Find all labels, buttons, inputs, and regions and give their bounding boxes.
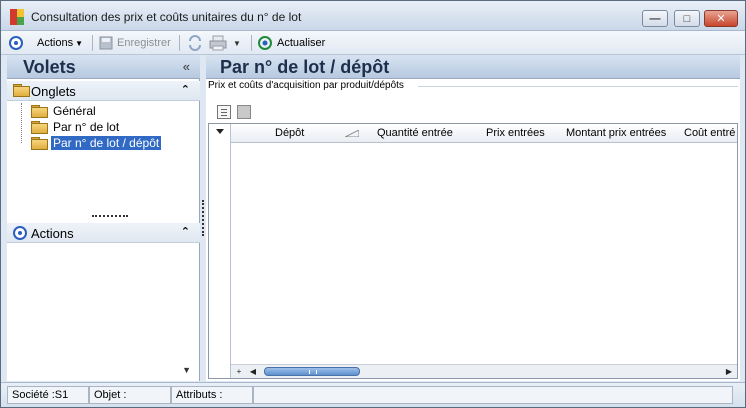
save-label: Enregistrer — [117, 37, 171, 49]
main-panel: Par n° de lot / dépôt Prix et coûts d'ac… — [206, 55, 740, 381]
resize-grip[interactable] — [92, 215, 128, 217]
refresh-button[interactable]: Actualiser — [257, 34, 325, 52]
toolbar-separator — [92, 35, 93, 51]
collapse-panel-icon[interactable]: « — [183, 59, 190, 74]
folder-icon — [13, 84, 30, 97]
sync-button[interactable] — [187, 34, 203, 52]
row-header-column — [209, 124, 231, 378]
onglets-title: Onglets — [31, 84, 76, 99]
minimize-button[interactable]: — — [642, 10, 668, 27]
folder-icon — [31, 121, 48, 134]
nav-button[interactable] — [9, 34, 23, 52]
row-selector-icon[interactable] — [216, 129, 224, 134]
page-title: Par n° de lot / dépôt — [220, 57, 390, 77]
status-empty — [253, 386, 733, 404]
folder-icon — [31, 105, 48, 118]
app-icon — [10, 9, 26, 25]
actions-icon — [13, 226, 27, 240]
add-row-icon[interactable]: + — [233, 366, 245, 377]
tree-connector — [21, 103, 22, 143]
toolbar-separator — [251, 35, 252, 51]
disabled-document-icon[interactable] — [237, 105, 251, 119]
volets-title: Volets — [23, 57, 76, 77]
tab-general-label: Général — [53, 104, 96, 118]
column-header-quantite-entree[interactable]: Quantité entrée — [377, 127, 453, 139]
volets-header: Volets « — [7, 55, 200, 79]
column-header-cout-entre[interactable]: Coût entré — [684, 127, 735, 139]
close-button[interactable]: ✕ — [704, 10, 738, 27]
toolbar: Actions ▼ Enregistrer ▼ Actualiser — [1, 31, 745, 55]
toolbar-separator — [179, 35, 180, 51]
navigation-icon — [9, 36, 23, 50]
chevron-down-icon: ▼ — [233, 38, 241, 48]
group-label: Prix et coûts d'acquisition par produit/… — [208, 80, 406, 91]
main-header: Par n° de lot / dépôt — [206, 55, 740, 79]
sort-icon[interactable] — [345, 130, 359, 137]
column-header-prix-entrees[interactable]: Prix entrées — [486, 127, 545, 139]
print-button[interactable]: ▼ — [209, 34, 241, 52]
chevron-up-icon[interactable]: ⌃ — [181, 225, 190, 238]
save-button[interactable]: Enregistrer — [99, 34, 171, 52]
actions-menu-label: Actions — [37, 37, 74, 49]
scroll-down-icon[interactable]: ▼ — [182, 365, 191, 375]
app-window: Consultation des prix et coûts unitaires… — [0, 0, 746, 408]
maximize-icon: □ — [683, 12, 691, 25]
actions-menu-button[interactable]: Actions ▼ — [37, 34, 83, 52]
sync-icon — [189, 35, 201, 51]
grid-header: Dépôt Quantité entrée Prix entrées Monta… — [209, 124, 737, 143]
horizontal-scrollbar[interactable]: + ◀ ▶ — [231, 364, 737, 378]
chevron-down-icon: ▼ — [75, 38, 83, 48]
tab-par-lot[interactable]: Par n° de lot — [31, 120, 121, 134]
scroll-right-icon[interactable]: ▶ — [723, 366, 735, 377]
tab-par-lot-depot-label: Par n° de lot / dépôt — [49, 135, 163, 151]
printer-icon — [209, 35, 227, 51]
tab-par-lot-label: Par n° de lot — [53, 120, 120, 134]
group-divider — [418, 86, 738, 87]
tab-par-lot-depot[interactable]: Par n° de lot / dépôt — [31, 135, 163, 151]
chevron-up-icon[interactable]: ⌃ — [181, 83, 190, 96]
data-grid: Dépôt Quantité entrée Prix entrées Monta… — [208, 123, 738, 379]
window-title: Consultation des prix et coûts unitaires… — [31, 10, 302, 24]
onglets-header[interactable]: Onglets ⌃ — [7, 81, 200, 101]
refresh-icon — [258, 36, 272, 50]
document-icon[interactable] — [217, 105, 231, 119]
column-header-depot[interactable]: Dépôt — [275, 127, 304, 139]
splitter-grip[interactable] — [202, 200, 204, 236]
actions-title: Actions — [31, 226, 74, 241]
refresh-label: Actualiser — [277, 37, 326, 49]
status-objet: Objet : — [89, 386, 171, 404]
column-header-montant-prix-entrees[interactable]: Montant prix entrées — [566, 127, 666, 139]
tab-general[interactable]: Général — [31, 104, 98, 118]
maximize-button[interactable]: □ — [674, 10, 700, 27]
scrollbar-thumb[interactable] — [264, 367, 360, 376]
scroll-left-icon[interactable]: ◀ — [247, 366, 259, 377]
minimize-icon: — — [649, 12, 661, 25]
status-attributs: Attributs : — [171, 386, 253, 404]
status-societe: Société :S1 — [7, 386, 89, 404]
title-bar: Consultation des prix et coûts unitaires… — [1, 1, 745, 31]
open-folder-icon — [31, 137, 48, 150]
save-icon — [99, 36, 113, 50]
close-icon: ✕ — [716, 13, 726, 25]
status-bar: Société :S1 Objet : Attributs : — [1, 382, 745, 407]
actions-header[interactable]: Actions ⌃ — [7, 223, 200, 243]
left-panel: Volets « Onglets ⌃ Général Par n° de lot… — [7, 55, 200, 381]
